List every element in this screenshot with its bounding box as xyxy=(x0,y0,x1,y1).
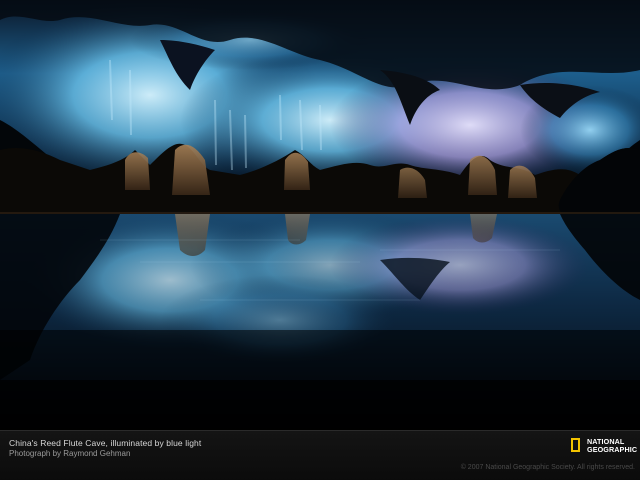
yellow-border-icon xyxy=(571,438,580,452)
photo-credit: Photograph by Raymond Gehman xyxy=(9,449,131,458)
copyright-notice: © 2007 National Geographic Society. All … xyxy=(460,464,635,471)
national-geographic-logo: NATIONAL GEOGRAPHIC xyxy=(571,437,637,457)
cave-photograph xyxy=(0,0,640,430)
water-reflection xyxy=(0,210,640,430)
logo-text-line2: GEOGRAPHIC xyxy=(587,445,638,454)
caption-bar: China's Reed Flute Cave, illuminated by … xyxy=(0,430,640,480)
caption-title: China's Reed Flute Cave, illuminated by … xyxy=(9,438,202,448)
wallpaper-frame: China's Reed Flute Cave, illuminated by … xyxy=(0,0,640,480)
